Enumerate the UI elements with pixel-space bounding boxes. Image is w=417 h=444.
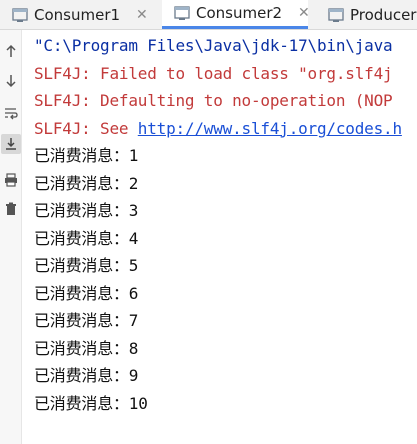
- arrow-up-icon[interactable]: [3, 43, 19, 59]
- output-line: 已消费消息：10: [34, 393, 148, 413]
- output-line: 已消费消息：3: [34, 201, 139, 220]
- error-line: SLF4J: Defaulting to no-operation (NOP: [34, 91, 393, 110]
- run-config-icon: [12, 7, 28, 23]
- tab-label: Consumer1: [34, 5, 121, 24]
- output-line: 已消费消息：7: [34, 311, 139, 330]
- tab-producer[interactable]: Producer: [316, 0, 417, 29]
- output-line: 已消费消息：5: [34, 256, 139, 275]
- trash-icon[interactable]: [3, 201, 19, 217]
- run-config-icon: [174, 5, 190, 21]
- error-line: SLF4J: Failed to load class "org.slf4j: [34, 63, 393, 83]
- console-toolbar: [0, 30, 22, 444]
- run-tab-bar: Consumer1 ✕ Consumer2 ✕ Producer: [0, 0, 417, 30]
- output-line: 已消费消息：2: [34, 173, 139, 193]
- scroll-to-end-icon[interactable]: [1, 134, 21, 154]
- output-line: 已消费消息：8: [34, 338, 139, 358]
- output-line: 已消费消息：1: [34, 146, 139, 165]
- print-icon[interactable]: [3, 172, 19, 188]
- close-icon[interactable]: ✕: [136, 7, 148, 23]
- soft-wrap-icon[interactable]: [3, 105, 19, 121]
- arrow-down-icon[interactable]: [3, 73, 19, 89]
- slf4j-codes-link[interactable]: http://www.slf4j.org/codes.h: [138, 119, 402, 138]
- error-line: SLF4J: See http://www.slf4j.org/codes.h: [34, 115, 417, 143]
- output-line: 已消费消息：9: [34, 366, 139, 385]
- tab-consumer2[interactable]: Consumer2 ✕: [162, 0, 310, 29]
- see-prefix: SLF4J: See: [34, 118, 138, 138]
- tab-label: Consumer2: [196, 4, 283, 22]
- close-icon[interactable]: ✕: [298, 5, 310, 21]
- tab-label: Producer: [350, 5, 417, 24]
- run-config-icon: [328, 7, 344, 23]
- output-line: 已消费消息：4: [34, 228, 139, 248]
- output-line: 已消费消息：6: [34, 283, 139, 303]
- console-output[interactable]: "C:\Program Files\Java\jdk-17\bin\java S…: [34, 30, 417, 444]
- tab-consumer1[interactable]: Consumer1 ✕: [0, 0, 162, 29]
- command-line: "C:\Program Files\Java\jdk-17\bin\java: [34, 36, 393, 55]
